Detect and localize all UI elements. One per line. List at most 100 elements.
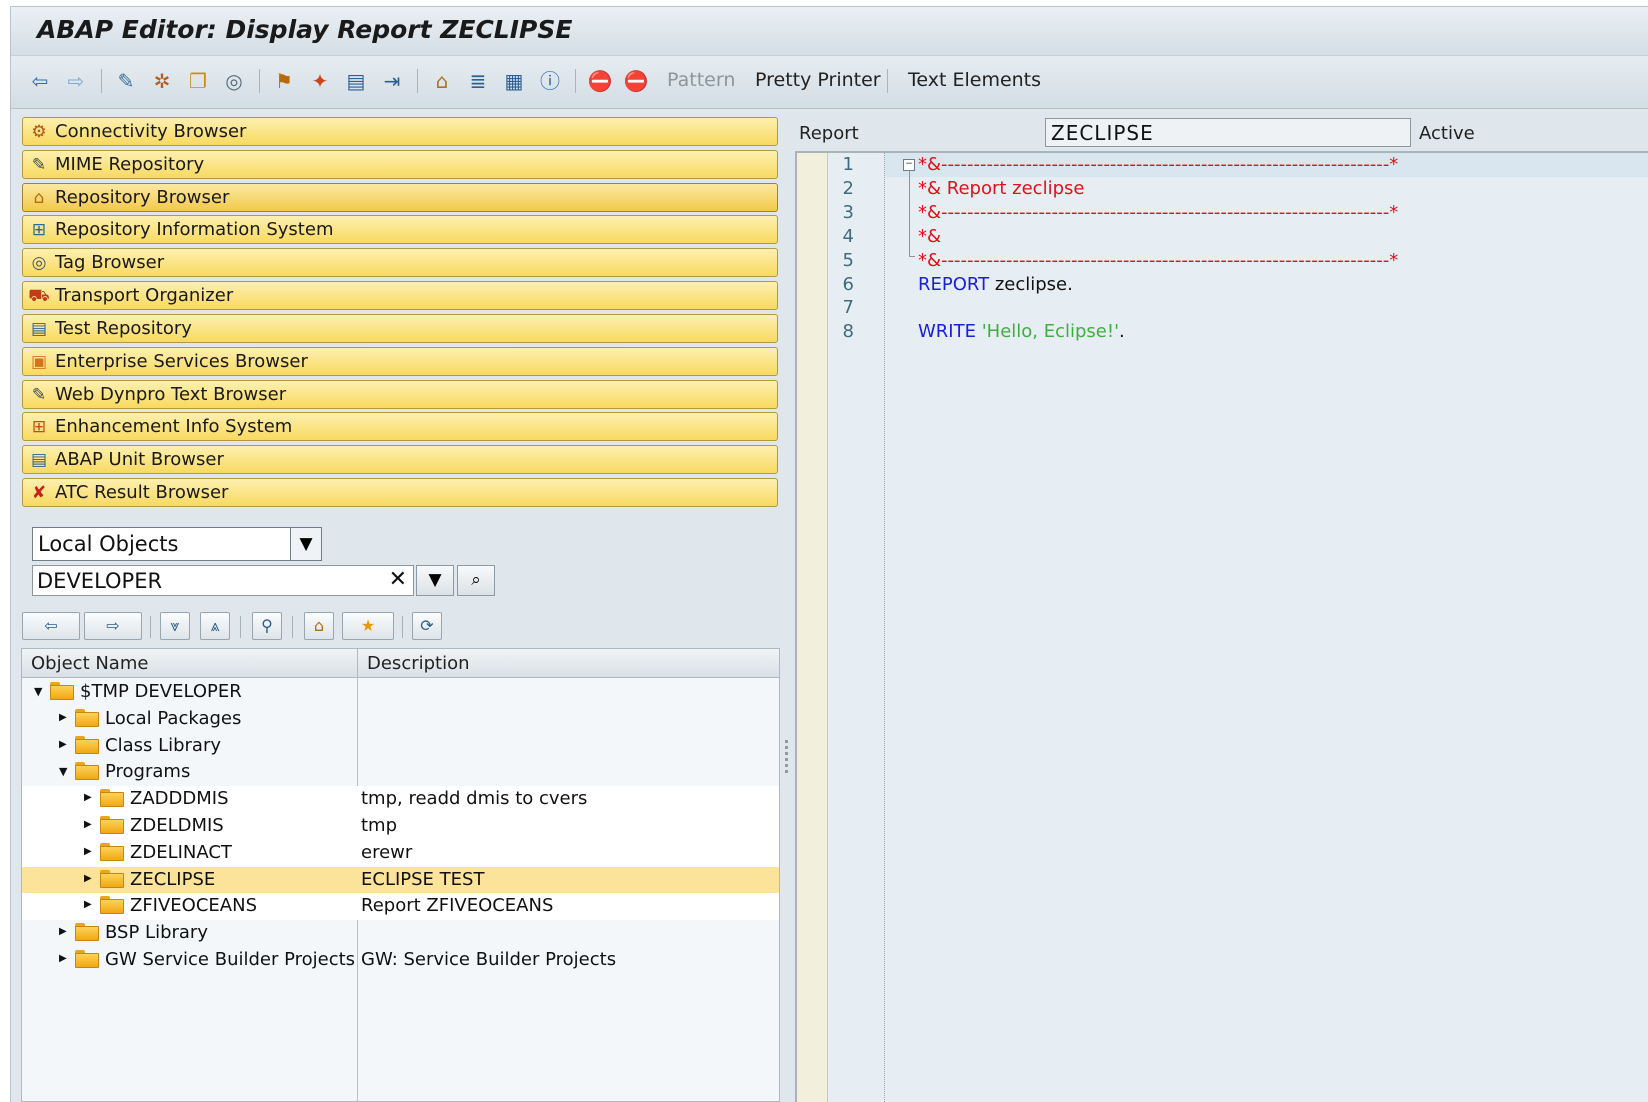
collapse-arrow-icon[interactable]: ▼ <box>34 685 42 698</box>
favorites-button[interactable]: ★ <box>342 612 394 640</box>
nav-web-dynpro-text-browser[interactable]: ✎ Web Dynpro Text Browser <box>22 380 778 409</box>
expand-all-button[interactable]: ⩔ <box>160 612 190 640</box>
toolbar-separator <box>417 69 418 93</box>
find-button[interactable]: ⚲ <box>252 612 282 640</box>
folder-icon <box>75 735 99 754</box>
tree-row[interactable]: ▶ GW Service Builder Projects GW: Service … <box>22 947 779 974</box>
code-line[interactable]: *& <box>918 226 941 247</box>
code-line[interactable]: *& Report zeclipse <box>918 178 1084 199</box>
pattern-button[interactable]: Pattern <box>667 69 735 91</box>
column-header-object-name[interactable]: Object Name <box>31 653 148 674</box>
clear-icon[interactable]: ✕ <box>389 567 407 592</box>
nav-tag-browser[interactable]: ◎ Tag Browser <box>22 248 778 277</box>
forward-icon: ⇨ <box>106 616 120 635</box>
info-icon[interactable]: ⓘ <box>537 68 563 94</box>
expand-arrow-icon[interactable]: ▶ <box>59 739 67 750</box>
nav-abap-unit-browser[interactable]: ▤ ABAP Unit Browser <box>22 445 778 474</box>
report-name-field[interactable]: ZECLIPSE <box>1045 118 1411 147</box>
where-used-icon[interactable]: ▤ <box>343 68 369 94</box>
object-name[interactable]: Class Library <box>105 735 221 756</box>
object-name[interactable]: ZECLIPSE <box>130 869 215 890</box>
chevron-down-icon[interactable]: ▼ <box>290 528 321 560</box>
nav-test-repository[interactable]: ▤ Test Repository <box>22 314 778 343</box>
tree-row[interactable]: ▶ ZDELDMIS tmp <box>22 813 779 840</box>
stop-breakpoint-icon[interactable]: ⛔ <box>623 68 649 94</box>
active-inactive-icon[interactable]: ✲ <box>149 68 175 94</box>
nav-repository-information-system[interactable]: ⊞ Repository Information System <box>22 215 778 244</box>
other-object-icon[interactable]: ❐ <box>185 68 211 94</box>
refresh-button[interactable]: ⟳ <box>412 612 442 640</box>
nav-label: Enterprise Services Browser <box>55 351 308 372</box>
tree-row[interactable]: ▼ $TMP DEVELOPER <box>22 679 779 706</box>
tree-back-button[interactable]: ⇦ <box>22 612 80 640</box>
display-object-list-icon[interactable]: ⇥ <box>379 68 405 94</box>
object-name[interactable]: Local Packages <box>105 708 241 729</box>
hierarchy-icon[interactable]: ⌂ <box>429 68 455 94</box>
object-name[interactable]: ZDELINACT <box>130 842 232 863</box>
expand-arrow-icon[interactable]: ▶ <box>84 873 92 884</box>
object-type-dropdown[interactable]: Local Objects ▼ <box>32 527 322 561</box>
nav-connectivity-browser[interactable]: ⚙ Connectivity Browser <box>22 117 778 146</box>
tree-row[interactable]: ▶ Class Library <box>22 733 779 760</box>
nav-enterprise-services-browser[interactable]: ▣ Enterprise Services Browser <box>22 347 778 376</box>
code-line[interactable]: WRITE 'Hello, Eclipse!'. <box>918 321 1125 342</box>
object-name[interactable]: $TMP DEVELOPER <box>80 681 242 702</box>
object-name[interactable]: ZADDDMIS <box>130 788 229 809</box>
tree-row[interactable]: ▶ ZDELINACT erewr <box>22 839 779 867</box>
tree-row[interactable]: ▶ Local Packages <box>22 706 779 733</box>
code-line[interactable]: *&--------------------------------------… <box>918 250 1398 271</box>
expand-arrow-icon[interactable]: ▶ <box>84 846 92 857</box>
object-name[interactable]: ZDELDMIS <box>130 815 224 836</box>
object-name[interactable]: GW Service Builder Projects <box>105 949 355 970</box>
object-list-icon[interactable]: ▦ <box>501 68 527 94</box>
tree-row[interactable]: ▶ ZADDDMIS tmp, readd dmis to cvers <box>22 786 779 814</box>
nav-transport-organizer[interactable]: ⛟ Transport Organizer <box>22 281 778 310</box>
splitter-handle[interactable] <box>783 737 789 777</box>
code-line[interactable]: *&--------------------------------------… <box>918 202 1398 223</box>
nav-repository-browser[interactable]: ⌂ Repository Browser <box>22 183 778 212</box>
forward-icon[interactable]: ⇨ <box>63 68 89 94</box>
triangle-down-icon: ▼ <box>428 570 442 590</box>
nav-mime-repository[interactable]: ✎ MIME Repository <box>22 150 778 179</box>
tree-row[interactable]: ▼ Programs <box>22 759 779 786</box>
collapse-arrow-icon[interactable]: ▼ <box>59 765 67 778</box>
display-navigation-window-icon[interactable]: ≣ <box>465 68 491 94</box>
code-line[interactable]: REPORT zeclipse. <box>918 274 1073 295</box>
object-name[interactable]: BSP Library <box>105 922 208 943</box>
expand-arrow-icon[interactable]: ▶ <box>84 819 92 830</box>
status-label: Active <box>1419 123 1475 144</box>
folder-icon <box>100 789 124 808</box>
set-breakpoint-icon[interactable]: ⛔ <box>587 68 613 94</box>
expand-arrow-icon[interactable]: ▶ <box>84 792 92 803</box>
collapse-all-button[interactable]: ⩓ <box>200 612 230 640</box>
tree-forward-button[interactable]: ⇨ <box>84 612 142 640</box>
check-icon[interactable]: ◎ <box>221 68 247 94</box>
tree-row-selected[interactable]: ▶ ZECLIPSE ECLIPSE TEST <box>22 866 779 894</box>
expand-arrow-icon[interactable]: ▶ <box>59 953 67 964</box>
pretty-printer-button[interactable]: Pretty Printer <box>755 69 881 91</box>
back-icon[interactable]: ⇦ <box>27 68 53 94</box>
test-icon[interactable]: ✦ <box>307 68 333 94</box>
object-name[interactable]: ZFIVEOCEANS <box>130 895 257 916</box>
code-line[interactable]: *&--------------------------------------… <box>918 154 1398 175</box>
tree-row[interactable]: ▶ BSP Library <box>22 920 779 947</box>
display-button[interactable]: ⌕ <box>457 565 495 596</box>
display-change-icon[interactable]: ✎ <box>113 68 139 94</box>
tree-row[interactable]: ▶ ZFIVEOCEANS Report ZFIVEOCEANS <box>22 893 779 921</box>
nav-enhancement-info-system[interactable]: ⊞ Enhancement Info System <box>22 412 778 441</box>
object-name[interactable]: Programs <box>105 761 190 782</box>
star-icon: ★ <box>360 616 376 635</box>
expand-arrow-icon[interactable]: ▶ <box>59 712 67 723</box>
dropdown-button[interactable]: ▼ <box>416 565 454 596</box>
breakpoint-gutter[interactable] <box>797 153 828 1102</box>
code-editor[interactable]: 12345678 − *&---------------------------… <box>795 151 1648 1102</box>
text-elements-button[interactable]: Text Elements <box>908 69 1041 91</box>
column-header-description[interactable]: Description <box>367 653 470 674</box>
expand-arrow-icon[interactable]: ▶ <box>59 926 67 937</box>
expand-arrow-icon[interactable]: ▶ <box>84 899 92 910</box>
object-name-input[interactable]: DEVELOPER ✕ <box>32 565 414 596</box>
activate-icon[interactable]: ⚑ <box>271 68 297 94</box>
test-icon: ▤ <box>30 319 48 339</box>
hierarchy-button[interactable]: ⌂ <box>304 612 334 640</box>
nav-atc-result-browser[interactable]: ✘ ATC Result Browser <box>22 478 778 507</box>
